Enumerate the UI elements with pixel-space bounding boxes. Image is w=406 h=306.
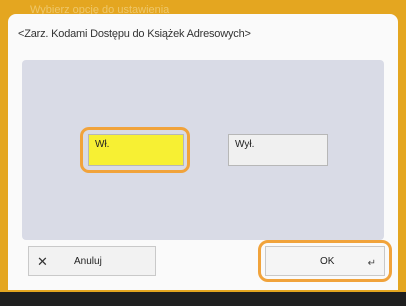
enter-icon: ↵ — [367, 258, 376, 269]
option-on-button[interactable]: Wł. — [88, 134, 184, 166]
cancel-label: Anuluj — [74, 256, 102, 267]
dialog-title: <Zarz. Kodami Dostępu do Książek Adresow… — [18, 28, 251, 40]
footer-bar — [0, 292, 406, 306]
cancel-button[interactable]: ✕ Anuluj — [28, 246, 156, 276]
ok-label: OK — [320, 256, 335, 267]
ok-button[interactable]: OK ↵ — [265, 246, 385, 276]
close-icon: ✕ — [37, 254, 48, 269]
options-area — [22, 60, 384, 240]
option-off-button[interactable]: Wył. — [228, 134, 328, 166]
